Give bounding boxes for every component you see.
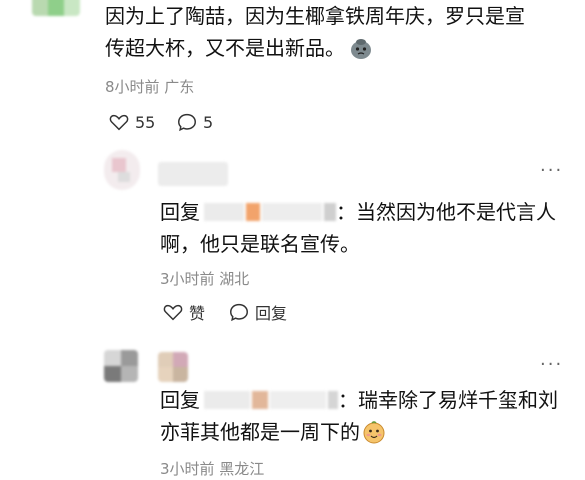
reply-2-username[interactable] bbox=[158, 352, 188, 382]
smiling-face-emoji-icon bbox=[362, 420, 386, 444]
reply-1-text-line-1: ：当然因为他不是代言人 bbox=[336, 200, 556, 224]
comment-bubble-icon bbox=[176, 111, 198, 133]
sticker-emoji-icon bbox=[349, 36, 373, 60]
like-button[interactable]: 55 bbox=[108, 111, 155, 133]
heart-icon bbox=[108, 111, 130, 133]
reply-1-text-line-2: 啊，他只是联名宣传。 bbox=[160, 232, 360, 256]
reply-1-username[interactable] bbox=[158, 162, 228, 186]
reply-1-meta: 3小时前 湖北 bbox=[160, 270, 250, 288]
reply-2-more-button[interactable]: ··· bbox=[540, 354, 563, 375]
reply-2-meta: 3小时前 黑龙江 bbox=[160, 460, 265, 478]
comment-meta: 8小时前 广东 bbox=[105, 78, 195, 96]
reply-2-text-line-1: ：瑞幸除了易烊千玺和刘 bbox=[338, 388, 558, 412]
reply-2-line-2-wrap: 亦菲其他都是一周下的 bbox=[160, 416, 386, 448]
reply-1-prefix: 回复 bbox=[160, 200, 200, 224]
reply-2-prefix: 回复 bbox=[160, 388, 200, 412]
comment-bubble-icon bbox=[228, 301, 250, 323]
comment-text-line-2: 传超大杯，又不是出新品。 bbox=[105, 36, 345, 60]
reply-1-more-button[interactable]: ··· bbox=[540, 160, 563, 181]
reply-2-avatar[interactable] bbox=[104, 350, 138, 382]
reply-count: 5 bbox=[203, 112, 214, 132]
like-count: 55 bbox=[135, 112, 156, 132]
comment-text-line-2-wrap: 传超大杯，又不是出新品。 bbox=[105, 32, 373, 64]
reply-1-reply-button[interactable]: 回复 bbox=[228, 300, 287, 324]
reply-1-avatar[interactable] bbox=[104, 150, 140, 190]
heart-icon bbox=[162, 301, 184, 323]
reply-2-line-1-wrap: 回复 ：瑞幸除了易烊千玺和刘 bbox=[160, 384, 558, 416]
reply-1-like-label: 赞 bbox=[189, 304, 206, 323]
reply-2-target-username[interactable] bbox=[204, 389, 338, 411]
reply-2-text-line-2: 亦菲其他都是一周下的 bbox=[160, 420, 360, 444]
reply-button[interactable]: 5 bbox=[176, 111, 213, 133]
reply-1-target-username[interactable] bbox=[204, 201, 336, 223]
commenter-avatar[interactable] bbox=[32, 0, 80, 16]
reply-1-like-button[interactable]: 赞 bbox=[162, 300, 205, 324]
comment-text-line-1: 因为上了陶喆，因为生椰拿铁周年庆，罗只是宣 bbox=[105, 4, 525, 28]
reply-1-reply-label: 回复 bbox=[255, 304, 288, 323]
reply-1-line-1-wrap: 回复 ：当然因为他不是代言人 bbox=[160, 196, 556, 228]
